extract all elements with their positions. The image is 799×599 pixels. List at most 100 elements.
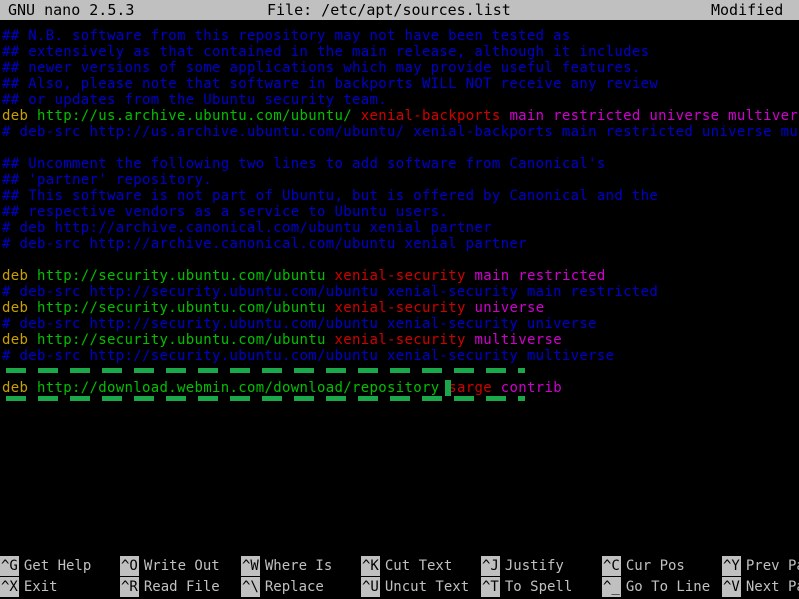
shortcut-uncut-text[interactable]: ^U Uncut Text [361, 577, 469, 597]
line-segment-url: http://security.ubuntu.com/ubuntu [37, 332, 335, 348]
shortcut-go-to-line[interactable]: ^_ Go To Line [602, 577, 710, 597]
line-segment-comment: # deb-src http://archive.canonical.com/u… [2, 236, 527, 252]
editor-line: deb http://security.ubuntu.com/ubuntu xe… [2, 332, 562, 348]
line-segment-keyword: deb [2, 108, 37, 124]
line-segment-distribution: xenial-security [334, 300, 475, 316]
shortcut-label: Next Page [745, 579, 799, 595]
line-segment-keyword: deb [2, 380, 37, 396]
line-segment-comment: # deb-src http://security.ubuntu.com/ubu… [2, 348, 615, 364]
shortcut-key: ^V [722, 577, 741, 597]
shortcut-cur-pos[interactable]: ^C Cur Pos [602, 556, 685, 576]
shortcut-label: Go To Line [625, 579, 711, 595]
line-segment-distribution: xenial-backports [360, 108, 510, 124]
editor-line: # deb-src http://security.ubuntu.com/ubu… [2, 348, 614, 364]
shortcut-key: ^T [481, 577, 500, 597]
text-cursor [445, 380, 451, 396]
shortcut-label: Uncut Text [384, 579, 470, 595]
line-segment-comment: ## or updates from the Ubuntu security t… [2, 92, 387, 108]
line-segment-comment: ## N.B. software from this repository ma… [2, 28, 571, 44]
shortcut-key: ^\ [241, 577, 260, 597]
editor-line: deb http://security.ubuntu.com/ubuntu xe… [2, 300, 544, 316]
line-segment-url: http://security.ubuntu.com/ubuntu [37, 300, 335, 316]
editor-line: # deb-src http://us.archive.ubuntu.com/u… [2, 124, 799, 140]
editor-line: # deb http://archive.canonical.com/ubunt… [2, 220, 492, 236]
line-segment-components: main restricted [474, 268, 606, 284]
editor-line: ## respective vendors as a service to Ub… [2, 204, 448, 220]
editor-line: ## 'partner' repository. [2, 172, 212, 188]
line-segment-distribution: sarge [448, 380, 501, 396]
shortcut-key: ^K [361, 556, 380, 576]
app-version-label: GNU nano 2.5.3 [8, 1, 135, 19]
shortcut-prev-page[interactable]: ^YPrev Page [722, 556, 799, 576]
line-segment-comment: ## 'partner' repository. [2, 172, 212, 188]
shortcut-label: Read File [143, 579, 220, 595]
shortcut-read-file[interactable]: ^R Read File [120, 577, 220, 597]
editor-line: ## This software is not part of Ubuntu, … [2, 188, 658, 204]
editor-line: deb http://security.ubuntu.com/ubuntu xe… [2, 268, 606, 284]
shortcut-next-page[interactable]: ^VNext Page [722, 577, 799, 597]
shortcut-label: Justify [504, 558, 564, 574]
shortcut-bar: ^G Get Help ^X Exit ^O Write Out ^R Read File ^W… [0, 556, 799, 599]
selection-dashed-border [0, 368, 531, 373]
shortcut-exit[interactable]: ^X Exit [0, 577, 58, 597]
shortcut-get-help[interactable]: ^G Get Help [0, 556, 91, 576]
editor-line: ## N.B. software from this repository ma… [2, 28, 571, 44]
shortcut-to-spell[interactable]: ^T To Spell [481, 577, 572, 597]
line-segment-comment: ## Also, please note that software in ba… [2, 76, 659, 92]
editor-line: # deb-src http://archive.canonical.com/u… [2, 236, 527, 252]
shortcut-label: Exit [23, 579, 58, 595]
title-bar: GNU nano 2.5.3 File: /etc/apt/sources.li… [0, 0, 799, 20]
line-segment-comment: ## Uncomment the following two lines to … [2, 156, 606, 172]
editor-line: # deb-src http://security.ubuntu.com/ubu… [2, 316, 597, 332]
shortcut-key: ^O [120, 556, 139, 576]
shortcut-key: ^W [241, 556, 260, 576]
line-segment-keyword: deb [2, 300, 37, 316]
line-segment-components: contrib [500, 380, 562, 396]
shortcut-write-out[interactable]: ^O Write Out [120, 556, 220, 576]
shortcut-replace[interactable]: ^\ Replace [241, 577, 324, 597]
line-segment-distribution: xenial-security [334, 332, 475, 348]
line-segment-components: multiverse [474, 332, 562, 348]
shortcut-label: Replace [264, 579, 324, 595]
shortcut-justify[interactable]: ^J Justify [481, 556, 564, 576]
line-segment-comment: ## This software is not part of Ubuntu, … [2, 188, 659, 204]
line-segment-comment: # deb http://archive.canonical.com/ubunt… [2, 220, 492, 236]
line-segment-comment: # deb-src http://security.ubuntu.com/ubu… [2, 316, 597, 332]
line-segment-comment: ## respective vendors as a service to Ub… [2, 204, 449, 220]
line-segment-url: http://download.webmin.com/download/repo… [37, 380, 449, 396]
editor-text-area[interactable]: ## N.B. software from this repository ma… [0, 28, 799, 548]
shortcut-label: Cut Text [384, 558, 453, 574]
shortcut-label: To Spell [504, 579, 573, 595]
shortcut-key: ^R [120, 577, 139, 597]
editor-line: deb http://us.archive.ubuntu.com/ubuntu/… [2, 108, 799, 124]
line-segment-components: universe [474, 300, 545, 316]
shortcut-label: Where Is [264, 558, 333, 574]
editor-line: ## newer versions of some applications w… [2, 60, 641, 76]
line-segment-url: http://us.archive.ubuntu.com/ubuntu/ [37, 108, 361, 124]
editor-line: ## Uncomment the following two lines to … [2, 156, 606, 172]
shortcut-cut-text[interactable]: ^K Cut Text [361, 556, 452, 576]
shortcut-label: Prev Page [745, 558, 799, 574]
shortcut-key: ^Y [722, 556, 741, 576]
shortcut-label: Cur Pos [625, 558, 685, 574]
shortcut-label: Get Help [23, 558, 92, 574]
editor-line: ## Also, please note that software in ba… [2, 76, 658, 92]
selection-dashed-border [0, 396, 531, 401]
shortcut-key: ^J [481, 556, 500, 576]
line-segment-comment: ## extensively as that contained in the … [2, 44, 650, 60]
line-segment-comment: # deb-src http://security.ubuntu.com/ubu… [2, 284, 659, 300]
line-segment-components: main restricted universe multiverse [509, 108, 799, 124]
editor-line: # deb-src http://security.ubuntu.com/ubu… [2, 284, 658, 300]
shortcut-label: Write Out [143, 558, 220, 574]
modified-status-label: Modified [711, 1, 784, 19]
shortcut-key: ^_ [602, 577, 621, 597]
line-segment-distribution: xenial-security [334, 268, 475, 284]
editor-line: deb http://download.webmin.com/download/… [2, 380, 562, 396]
line-segment-keyword: deb [2, 332, 37, 348]
file-path-label: File: /etc/apt/sources.list [267, 1, 511, 19]
shortcut-key: ^C [602, 556, 621, 576]
terminal-screen: GNU nano 2.5.3 File: /etc/apt/sources.li… [0, 0, 799, 599]
shortcut-where-is[interactable]: ^W Where Is [241, 556, 332, 576]
editor-line: ## extensively as that contained in the … [2, 44, 649, 60]
shortcut-key: ^G [0, 556, 19, 576]
